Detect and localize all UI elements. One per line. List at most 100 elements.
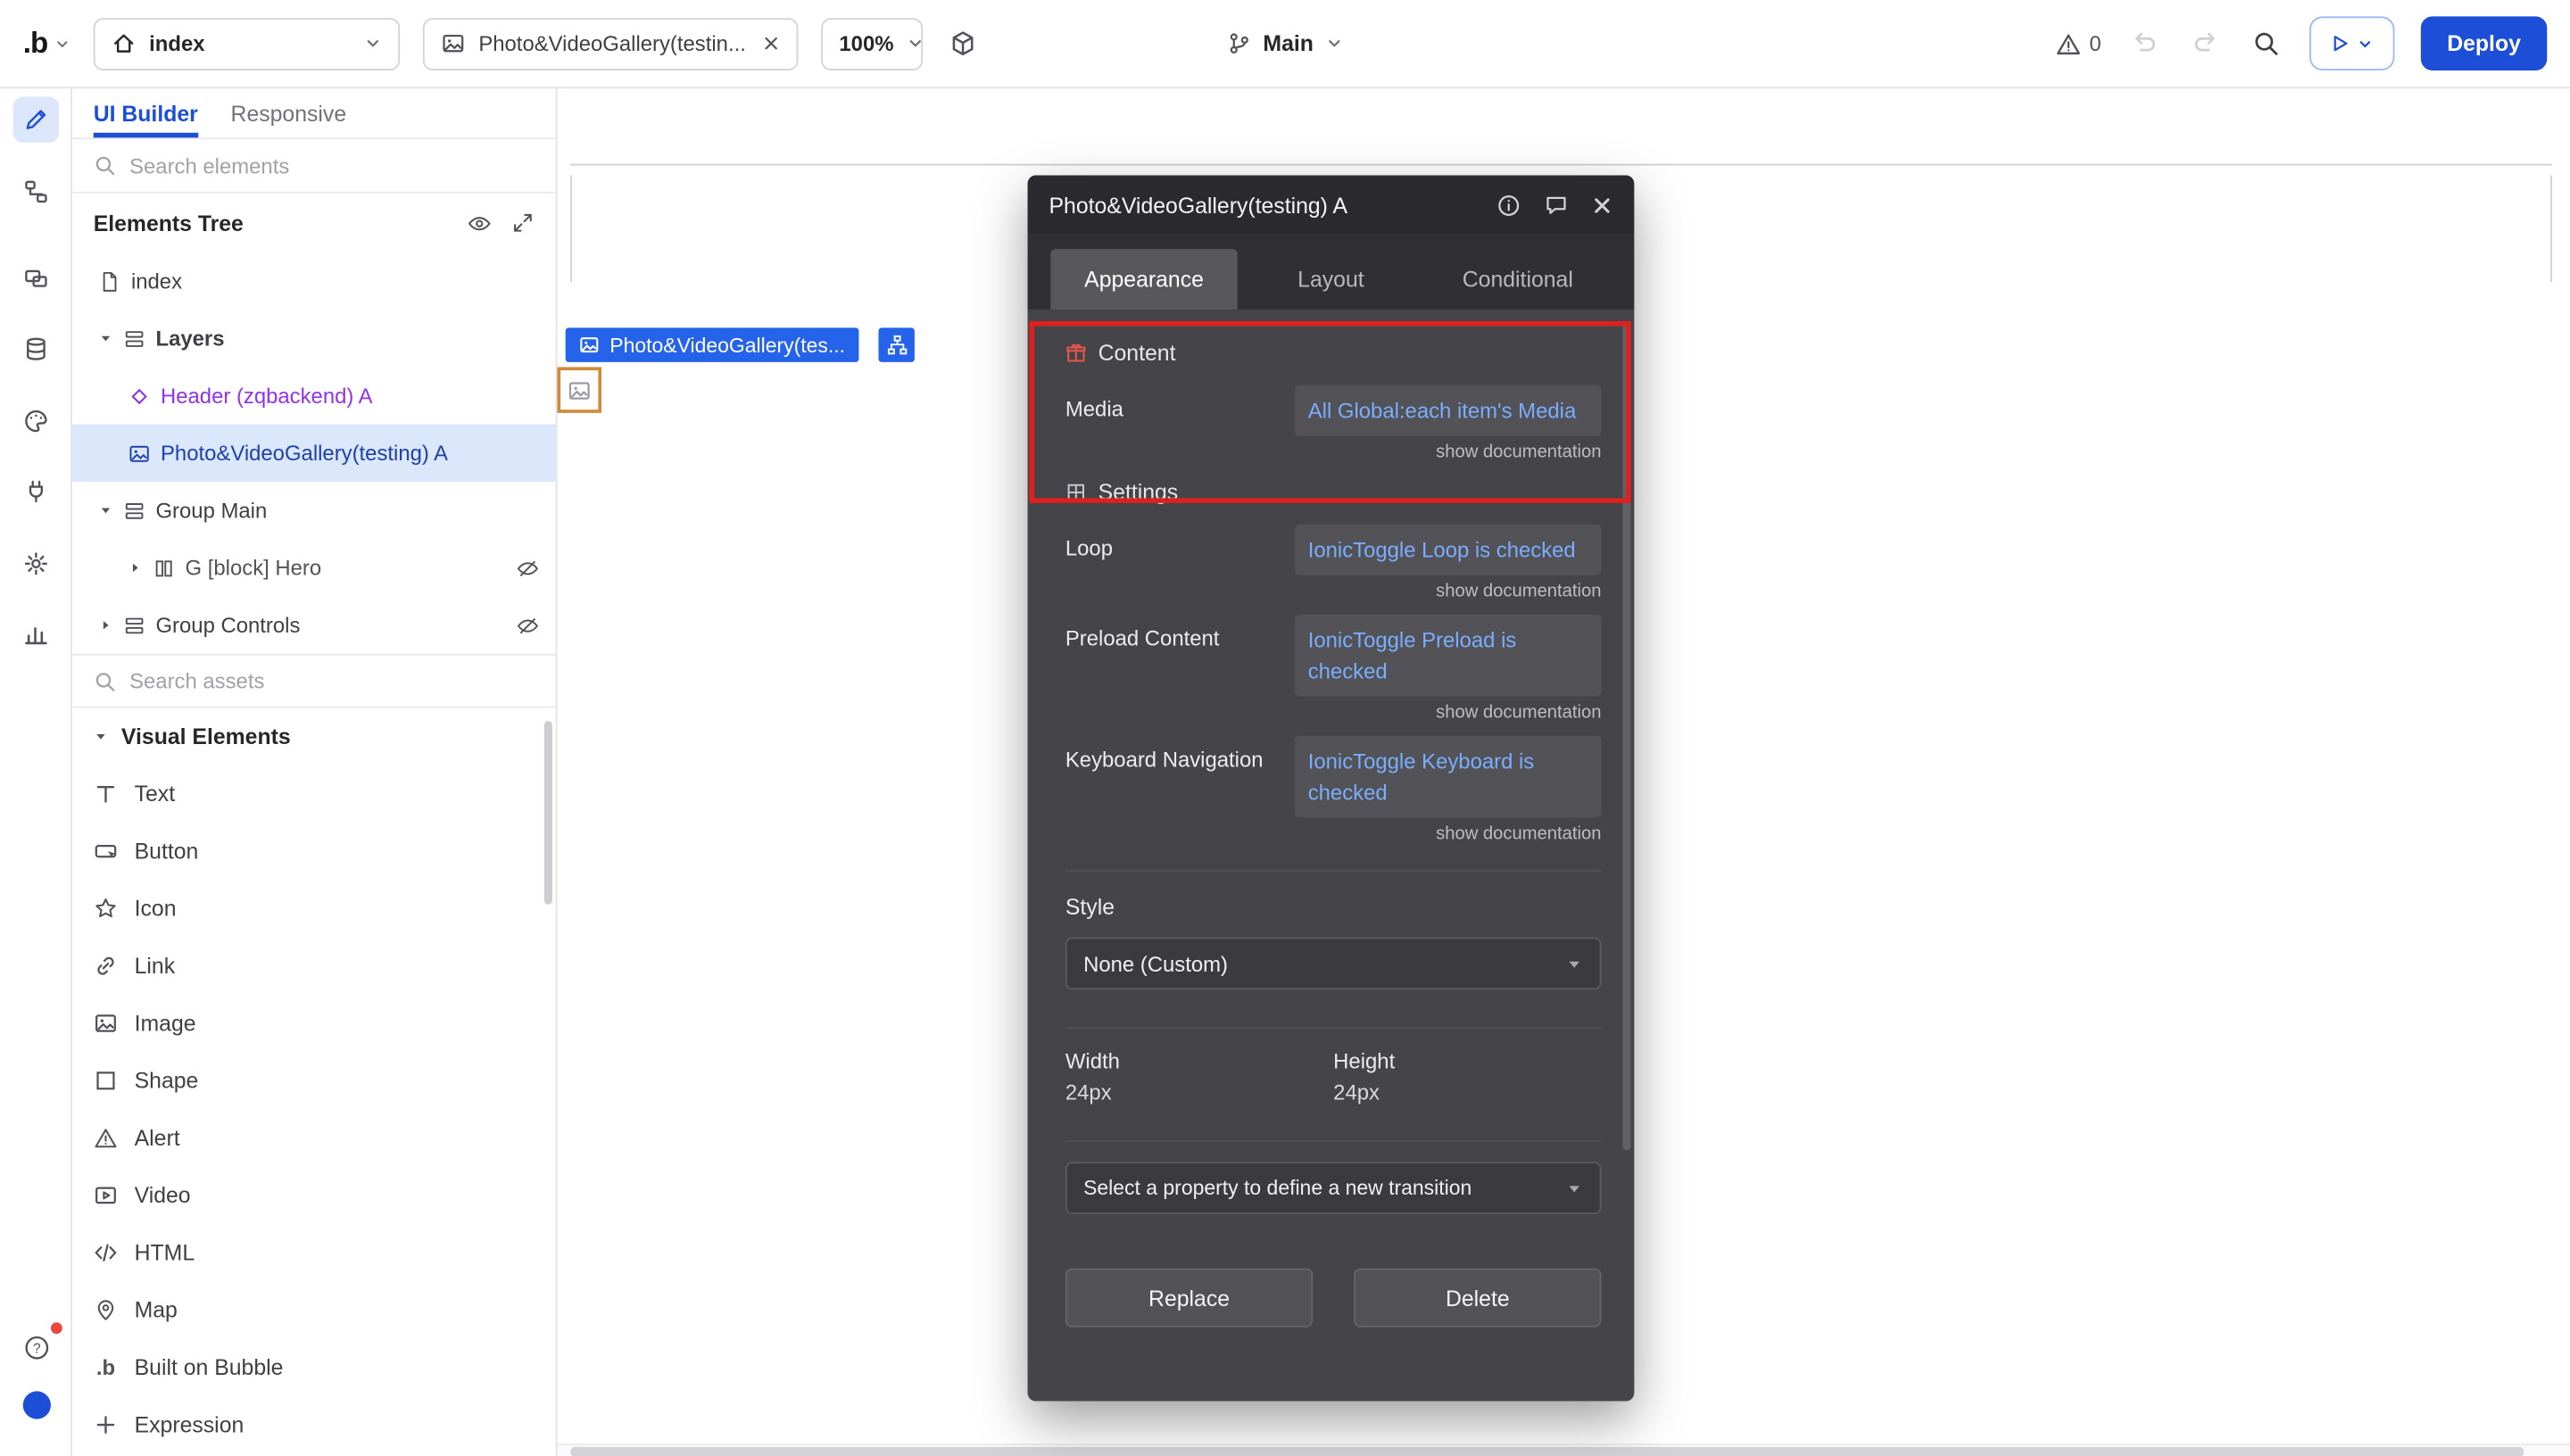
page-selector[interactable]: index [94,17,400,70]
help-icon[interactable]: ? [13,1324,59,1369]
gallery-element-placeholder[interactable] [557,367,601,412]
loop-value-expression[interactable]: IonicToggle Loop is checked [1295,525,1601,575]
plugins-icon[interactable] [13,468,59,514]
eye-off-icon[interactable] [517,557,540,580]
element-expression[interactable]: Expression [72,1396,556,1453]
page-selector-value: index [149,31,351,56]
tree-item-gallery-selected[interactable]: Photo&VideoGallery(testing) A [72,425,556,482]
canvas[interactable]: Photo&VideoGallery(tes... Photo&VideoGal… [557,88,2570,1456]
tree-item-group-controls[interactable]: Group Controls [72,597,556,654]
element-text[interactable]: Text [72,765,556,823]
tree-item-group-main[interactable]: Group Main [72,482,556,539]
tree-item-block-hero[interactable]: G [block] Hero [72,539,556,596]
selected-element-label: Photo&VideoGallery(tes... [609,334,845,357]
component-library-icon[interactable] [946,26,981,61]
styles-icon[interactable] [13,398,59,443]
deploy-button[interactable]: Deploy [2421,16,2547,70]
reusable-diamond-icon [128,385,151,408]
info-icon[interactable] [1496,193,1521,218]
keyboard-value-expression[interactable]: IonicToggle Keyboard is checked [1295,736,1601,818]
loop-doc-link[interactable]: show documentation [1065,575,1602,605]
shape-icon [94,1069,119,1094]
height-value[interactable]: 24px [1333,1080,1601,1104]
avatar[interactable] [23,1391,51,1419]
dimensions-row: Width 24px Height 24px [1065,1049,1602,1104]
keyboard-doc-link[interactable]: show documentation [1065,818,1602,848]
comment-icon[interactable] [1544,193,1569,218]
element-button[interactable]: Button [72,823,556,880]
element-html[interactable]: HTML [72,1224,556,1281]
element-map[interactable]: Map [72,1281,556,1338]
media-doc-link[interactable]: show documentation [1065,436,1602,466]
tree-item-header-reusable[interactable]: Header (zqbackend) A [72,367,556,424]
branch-name: Main [1263,31,1314,56]
issues-indicator[interactable]: 0 [2055,30,2102,56]
replace-button[interactable]: Replace [1065,1269,1313,1328]
scrollbar-thumb[interactable] [570,1446,2524,1456]
undo-icon[interactable] [2127,26,2162,61]
element-hierarchy-chip[interactable] [878,327,914,362]
caret-down-icon[interactable] [98,503,113,518]
preview-button[interactable] [2309,16,2395,70]
tree-item-index[interactable]: index [72,252,556,310]
tab-layout[interactable]: Layout [1238,249,1424,310]
preload-value-expression[interactable]: IonicToggle Preload is checked [1295,615,1601,697]
zoom-value: 100% [839,31,893,56]
branch-selector[interactable]: Main [1227,31,1343,56]
hierarchy-icon [886,335,908,356]
design-icon[interactable] [13,96,59,142]
element-icon[interactable]: Icon [72,880,556,937]
inspector-body: Content Media All Global:each item's Med… [1028,310,1635,1401]
inspector-scrollbar[interactable] [1622,323,1630,1151]
tab-ui-builder[interactable]: UI Builder [94,88,198,137]
expand-icon[interactable] [511,211,535,236]
panel-scrollbar[interactable] [544,721,552,905]
element-video[interactable]: Video [72,1167,556,1224]
search-icon[interactable] [2249,26,2284,61]
bubble-logo[interactable]: .b [23,26,70,61]
image-icon [441,31,466,56]
element-built-on-bubble[interactable]: .b Built on Bubble [72,1339,556,1396]
element-alert[interactable]: Alert [72,1109,556,1166]
components-icon[interactable] [13,256,59,302]
zoom-selector[interactable]: 100% [821,17,923,70]
caret-right-icon[interactable] [98,617,113,633]
element-image[interactable]: Image [72,995,556,1052]
notification-dot [51,1322,62,1334]
canvas-horizontal-scrollbar[interactable] [557,1443,2570,1456]
workflow-icon[interactable] [13,169,59,214]
visual-elements-header[interactable]: Visual Elements [72,707,556,765]
tab-appearance[interactable]: Appearance [1050,249,1237,310]
redo-icon[interactable] [2188,26,2223,61]
settings-icon[interactable] [13,541,59,586]
eye-icon[interactable] [467,211,492,236]
tab-conditional[interactable]: Conditional [1424,249,1611,310]
topbar-center: Main [1227,31,1343,56]
search-elements-input[interactable] [129,153,535,178]
selected-element-chip[interactable]: Photo&VideoGallery(tes... [566,327,858,362]
element-tab[interactable]: Photo&VideoGallery(testin... [423,17,799,70]
width-value[interactable]: 24px [1065,1080,1333,1104]
logs-icon[interactable] [13,611,59,657]
caret-right-icon[interactable] [128,560,143,575]
media-value-expression[interactable]: All Global:each item's Media [1295,385,1601,436]
topbar-right: 0 Deploy [2055,16,2547,70]
element-shape[interactable]: Shape [72,1052,556,1109]
data-icon[interactable] [13,327,59,372]
tree-item-layers[interactable]: Layers [72,310,556,367]
element-link[interactable]: Link [72,938,556,995]
transition-dropdown[interactable]: Select a property to define a new transi… [1065,1162,1602,1214]
caret-down-icon[interactable] [98,331,113,346]
keyboard-label: Keyboard Navigation [1065,736,1295,772]
delete-button[interactable]: Delete [1354,1269,1601,1328]
inspector-titlebar[interactable]: Photo&VideoGallery(testing) A [1028,176,1635,235]
tab-responsive[interactable]: Responsive [231,88,347,137]
close-tab-icon[interactable] [762,35,780,53]
preload-doc-link[interactable]: show documentation [1065,697,1602,726]
eye-off-icon[interactable] [517,614,540,637]
height-label: Height [1333,1049,1601,1074]
search-assets-input[interactable] [129,668,535,693]
close-icon[interactable] [1591,194,1612,216]
style-dropdown[interactable]: None (Custom) [1065,938,1602,990]
video-icon [94,1183,119,1208]
